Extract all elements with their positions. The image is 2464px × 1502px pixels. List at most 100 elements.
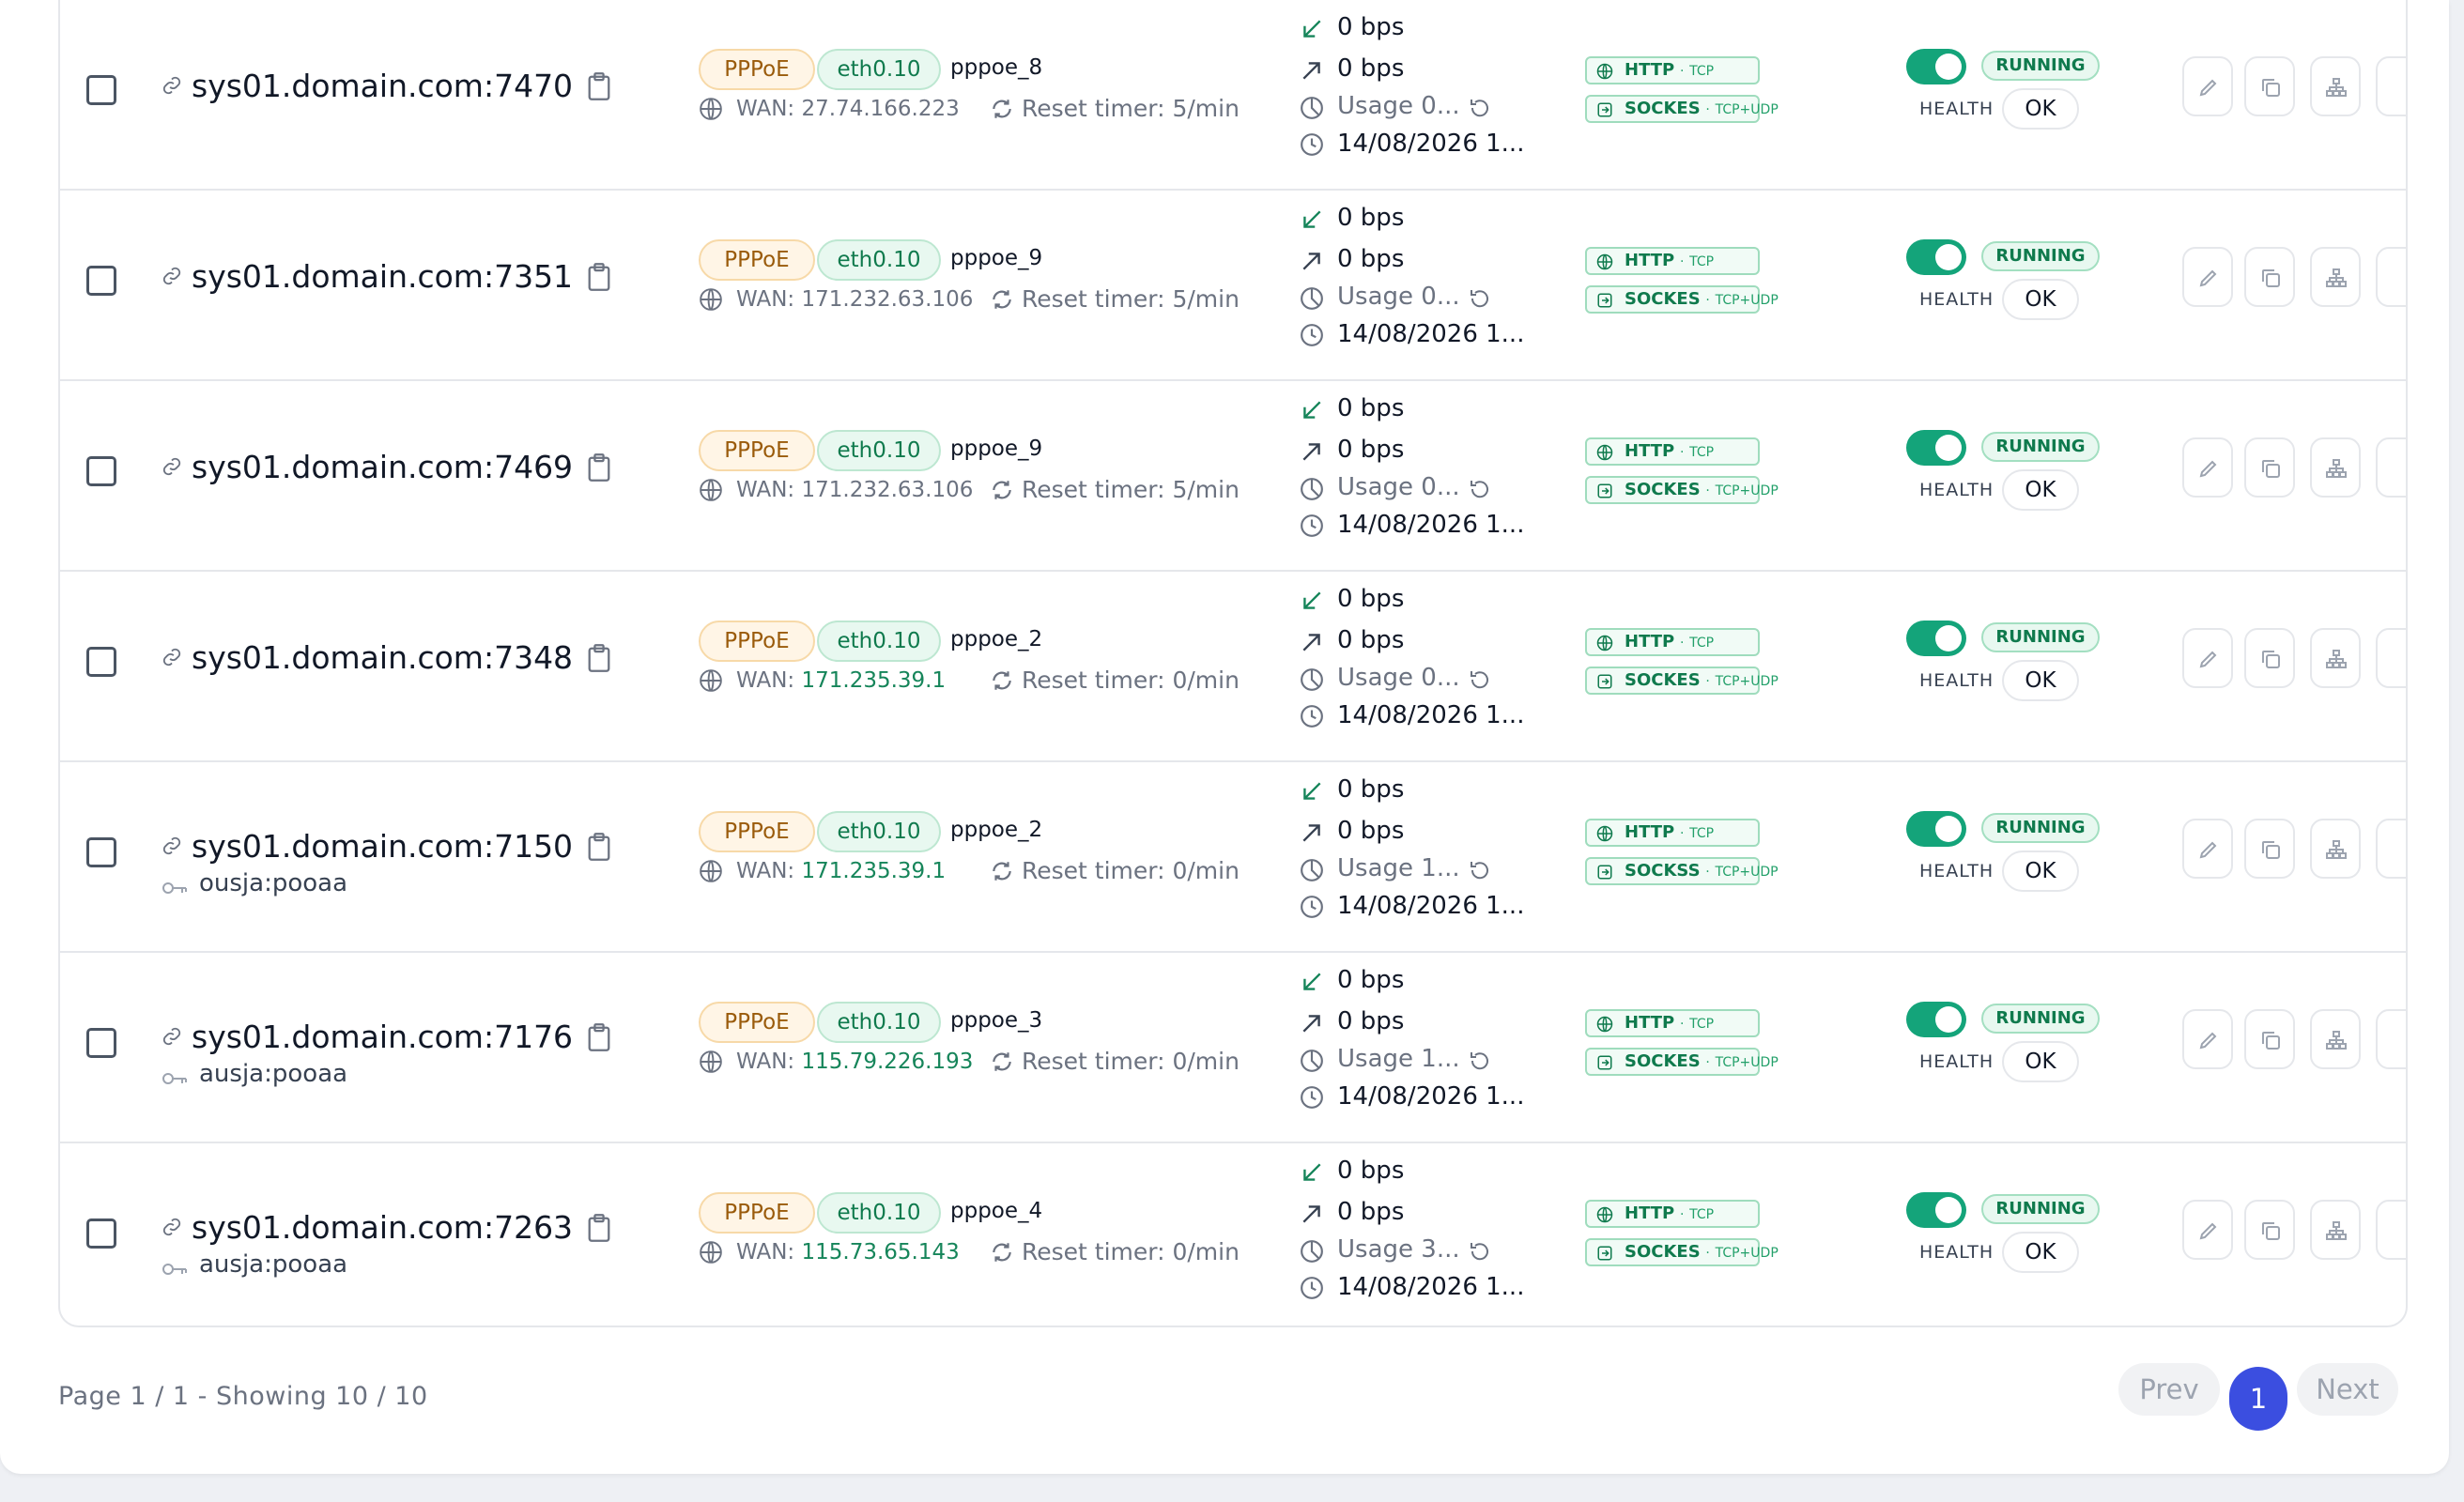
proxy-credentials[interactable]: ausja:pooaa <box>199 1060 347 1088</box>
prev-page-button[interactable]: Prev <box>2118 1363 2220 1416</box>
clipboard-icon[interactable] <box>586 1213 612 1243</box>
proxy-host[interactable]: sys01.domain.com:7351 <box>192 258 573 295</box>
duplicate-button[interactable] <box>2244 1009 2295 1069</box>
more-actions-button[interactable] <box>2376 56 2406 116</box>
more-vertical-icon <box>2396 648 2408 670</box>
more-actions-button[interactable] <box>2376 628 2408 688</box>
proxy-host[interactable]: sys01.domain.com:7263 <box>192 1209 573 1246</box>
globe-icon <box>700 860 722 882</box>
page-1-button[interactable]: 1 <box>2229 1367 2287 1431</box>
duplicate-button[interactable] <box>2244 56 2295 116</box>
refresh-usage-icon[interactable] <box>1469 1050 1491 1072</box>
refresh-icon <box>993 100 1011 118</box>
interface-name: pppoe_8 <box>950 55 1043 80</box>
edit-button[interactable] <box>2182 1009 2233 1069</box>
health-badge: OK <box>2002 469 2079 511</box>
arrow-up-right-icon <box>1302 1015 1320 1033</box>
network-button[interactable] <box>2310 56 2361 116</box>
proxy-host[interactable]: sys01.domain.com:7150 <box>192 828 573 865</box>
download-speed: 0 bps <box>1337 775 1405 804</box>
clipboard-icon[interactable] <box>586 1022 612 1052</box>
refresh-usage-icon[interactable] <box>1469 859 1491 881</box>
refresh-icon <box>993 1052 1011 1071</box>
proxy-host[interactable]: sys01.domain.com:7469 <box>192 449 573 485</box>
interface-name: pppoe_9 <box>950 246 1043 270</box>
network-button[interactable] <box>2310 628 2361 688</box>
row-checkbox[interactable] <box>86 266 116 296</box>
network-button[interactable] <box>2310 247 2361 307</box>
socks-protocol-badge: SOCKES · TCP+UDP <box>1585 95 1779 123</box>
refresh-usage-icon[interactable] <box>1469 668 1491 691</box>
row-checkbox[interactable] <box>86 75 116 105</box>
clipboard-icon[interactable] <box>586 643 612 673</box>
row-checkbox[interactable] <box>86 647 116 677</box>
edit-button[interactable] <box>2182 247 2233 307</box>
proxy-credentials[interactable]: ausja:pooaa <box>199 1250 347 1279</box>
reset-timer: Reset timer: 5/min <box>1022 95 1240 122</box>
sitemap-icon <box>2326 840 2347 859</box>
socks-protocol-badge: SOCKSS · TCP+UDP <box>1585 857 1779 885</box>
link-icon <box>162 836 181 855</box>
next-page-button[interactable]: Next <box>2297 1363 2398 1416</box>
edit-button[interactable] <box>2182 56 2233 116</box>
refresh-icon <box>993 1243 1011 1262</box>
enable-toggle[interactable] <box>1906 811 1966 847</box>
edit-button[interactable] <box>2182 1200 2233 1260</box>
row-checkbox[interactable] <box>86 1218 116 1249</box>
connection-type-badge: PPPoE <box>699 1002 815 1043</box>
more-actions-button[interactable] <box>2376 819 2406 879</box>
enable-toggle[interactable] <box>1906 430 1966 466</box>
globe-icon <box>1596 1016 1613 1033</box>
row-checkbox[interactable] <box>86 456 116 486</box>
pagination-summary: Page 1 / 1 - Showing 10 / 10 <box>58 1382 428 1411</box>
health-label: HEALTH <box>1919 289 1994 310</box>
proxy-credentials[interactable]: ousja:pooaa <box>199 869 347 897</box>
copy-icon <box>2262 460 2280 478</box>
enable-toggle[interactable] <box>1906 1002 1966 1037</box>
edit-button[interactable] <box>2182 437 2233 498</box>
network-button[interactable] <box>2310 819 2361 879</box>
status-badge: RUNNING <box>1981 1004 2100 1034</box>
refresh-usage-icon[interactable] <box>1469 287 1491 310</box>
duplicate-button[interactable] <box>2244 247 2295 307</box>
more-actions-button[interactable] <box>2376 247 2408 307</box>
http-protocol-badge: HTTP · TCP <box>1585 56 1760 84</box>
network-button[interactable] <box>2310 437 2361 498</box>
login-icon <box>1597 865 1612 880</box>
enable-toggle[interactable] <box>1906 239 1966 275</box>
duplicate-button[interactable] <box>2244 1200 2295 1260</box>
enable-toggle[interactable] <box>1906 621 1966 656</box>
row-checkbox[interactable] <box>86 837 116 867</box>
proxy-host[interactable]: sys01.domain.com:7176 <box>192 1019 573 1055</box>
upload-speed: 0 bps <box>1337 817 1405 845</box>
edit-button[interactable] <box>2182 819 2233 879</box>
clipboard-icon[interactable] <box>586 452 612 483</box>
refresh-usage-icon[interactable] <box>1469 1240 1491 1263</box>
proxy-host[interactable]: sys01.domain.com:7348 <box>192 639 573 676</box>
network-button[interactable] <box>2310 1009 2361 1069</box>
enable-toggle[interactable] <box>1906 1192 1966 1228</box>
duplicate-button[interactable] <box>2244 437 2295 498</box>
login-icon <box>1597 483 1612 498</box>
refresh-usage-icon[interactable] <box>1469 97 1491 119</box>
edit-button[interactable] <box>2182 628 2233 688</box>
more-vertical-icon <box>2396 267 2408 289</box>
table-row: sys01.domain.com:7469 PPPoE eth0.10 pppo… <box>60 381 2406 572</box>
upload-speed: 0 bps <box>1337 245 1405 273</box>
download-speed: 0 bps <box>1337 394 1405 422</box>
clipboard-icon[interactable] <box>586 71 612 101</box>
clipboard-icon[interactable] <box>586 262 612 292</box>
clock-icon <box>1301 1277 1323 1299</box>
more-actions-button[interactable] <box>2376 1009 2406 1069</box>
proxy-host[interactable]: sys01.domain.com:7470 <box>192 68 573 104</box>
usage-value: Usage 0... <box>1337 283 1460 311</box>
clipboard-icon[interactable] <box>586 832 612 862</box>
refresh-usage-icon[interactable] <box>1469 478 1491 500</box>
more-actions-button[interactable] <box>2376 1200 2406 1260</box>
row-checkbox[interactable] <box>86 1028 116 1058</box>
network-button[interactable] <box>2310 1200 2361 1260</box>
more-actions-button[interactable] <box>2376 437 2406 498</box>
enable-toggle[interactable] <box>1906 49 1966 84</box>
duplicate-button[interactable] <box>2244 819 2295 879</box>
duplicate-button[interactable] <box>2244 628 2295 688</box>
